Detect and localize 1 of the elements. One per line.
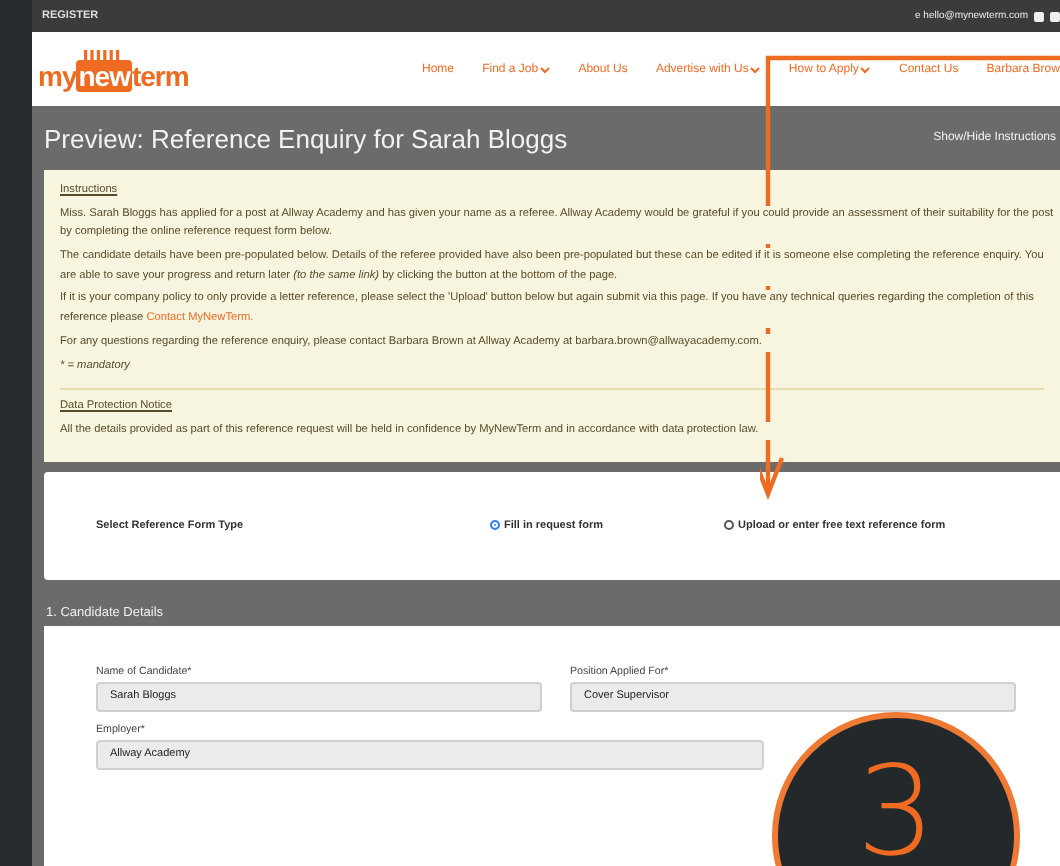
page-title: Preview: Reference Enquiry for Sarah Bloggs <box>44 123 568 153</box>
